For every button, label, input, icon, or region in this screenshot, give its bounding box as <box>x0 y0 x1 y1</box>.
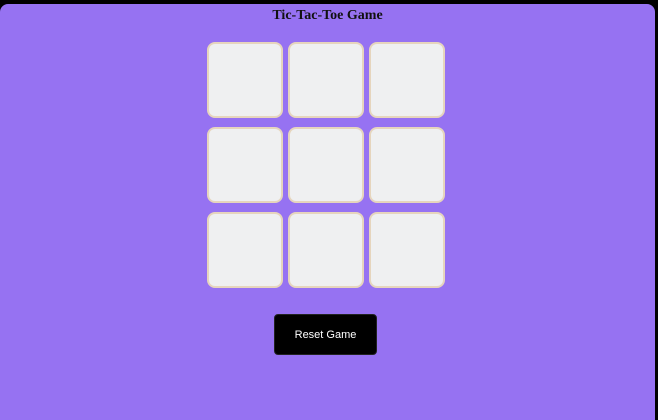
page-title: Tic-Tac-Toe Game <box>272 8 383 23</box>
game-board <box>207 42 447 290</box>
reset-game-button[interactable]: Reset Game <box>274 314 377 355</box>
board-cell-7[interactable] <box>207 212 283 288</box>
board-cell-1[interactable] <box>207 42 283 118</box>
board-cell-5[interactable] <box>288 127 364 203</box>
board-cell-6[interactable] <box>369 127 445 203</box>
board-cell-9[interactable] <box>369 212 445 288</box>
board-cell-3[interactable] <box>369 42 445 118</box>
board-cell-4[interactable] <box>207 127 283 203</box>
board-cell-8[interactable] <box>288 212 364 288</box>
game-window: Tic-Tac-Toe Game Reset Game <box>0 4 655 420</box>
board-cell-2[interactable] <box>288 42 364 118</box>
